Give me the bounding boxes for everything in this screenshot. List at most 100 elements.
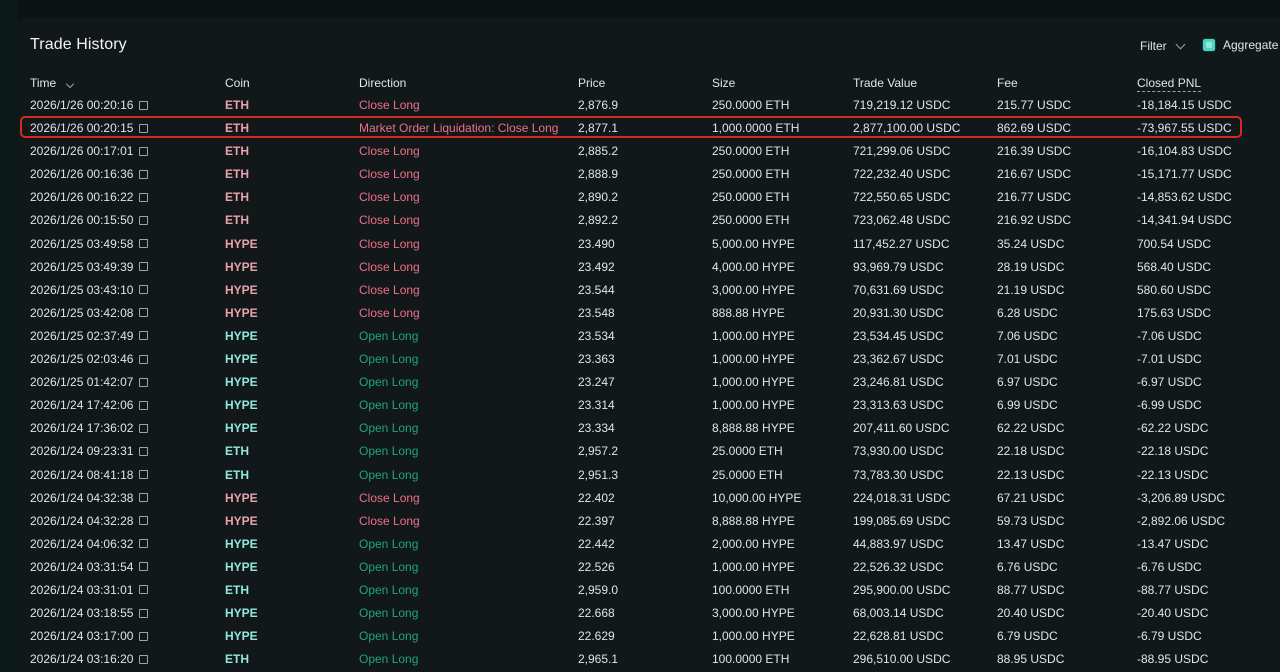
table-row[interactable]: 2026/1/24 17:42:06 HYPE Open Long 23.314 1,0… — [18, 394, 1280, 417]
table-row[interactable]: 2026/1/26 00:16:22 ETH Close Long 2,890.2 25… — [18, 186, 1280, 209]
trade-coin[interactable]: HYPE — [225, 537, 258, 551]
trade-coin[interactable]: HYPE — [225, 260, 258, 274]
table-row[interactable]: 2026/1/24 04:06:32 HYPE Open Long 22.442 2,0… — [18, 533, 1280, 556]
trade-value: 721,299.06 USDC — [853, 144, 951, 159]
external-link-icon[interactable] — [139, 492, 150, 503]
trade-coin[interactable]: HYPE — [225, 398, 258, 412]
trade-closed-pnl: -73,967.55 USDC — [1137, 121, 1232, 136]
trade-coin[interactable]: ETH — [225, 213, 249, 227]
trade-coin[interactable]: ETH — [225, 583, 249, 597]
trade-coin[interactable]: HYPE — [225, 352, 258, 366]
trade-fee: 21.19 USDC — [997, 282, 1065, 297]
table-row[interactable]: 2026/1/24 03:16:20 ETH Open Long 2,965.1 100… — [18, 648, 1280, 671]
trade-fee: 20.40 USDC — [997, 606, 1065, 621]
external-link-icon[interactable] — [139, 191, 150, 202]
table-row[interactable]: 2026/1/26 00:16:36 ETH Close Long 2,888.9 25… — [18, 163, 1280, 186]
external-link-icon[interactable] — [139, 653, 150, 664]
aggregate-checkbox[interactable] — [1202, 38, 1216, 52]
trade-coin[interactable]: HYPE — [225, 421, 258, 435]
trade-price-text: 23.544 — [578, 282, 615, 297]
table-row[interactable]: 2026/1/24 09:23:31 ETH Open Long 2,957.2 25.… — [18, 440, 1280, 463]
aggregate-toggle[interactable]: Aggregate — [1202, 38, 1278, 52]
trade-coin[interactable]: ETH — [225, 652, 249, 666]
table-row[interactable]: 2026/1/25 03:43:10 HYPE Close Long 23.544 3,… — [18, 279, 1280, 302]
external-link-icon[interactable] — [139, 214, 150, 225]
trade-coin[interactable]: ETH — [225, 144, 249, 158]
table-row[interactable]: 2026/1/24 08:41:18 ETH Open Long 2,951.3 25.… — [18, 464, 1280, 487]
table-row[interactable]: 2026/1/24 04:32:28 HYPE Close Long 22.397 8,… — [18, 510, 1280, 533]
external-link-icon[interactable] — [139, 584, 150, 595]
table-row[interactable]: 2026/1/25 02:37:49 HYPE Open Long 23.534 1,0… — [18, 325, 1280, 348]
table-row[interactable]: 2026/1/24 03:31:01 ETH Open Long 2,959.0 100… — [18, 579, 1280, 602]
trade-coin[interactable]: HYPE — [225, 306, 258, 320]
trade-value: 44,883.97 USDC — [853, 536, 944, 551]
trade-time-text: 2026/1/25 03:43:10 — [30, 282, 134, 297]
trade-coin[interactable]: HYPE — [225, 606, 258, 620]
column-header-closed-pnl[interactable]: Closed PNL — [1137, 76, 1202, 92]
column-header-size: Size — [712, 76, 736, 90]
table-row[interactable]: 2026/1/26 00:17:01 ETH Close Long 2,885.2 25… — [18, 140, 1280, 163]
table-row[interactable]: 2026/1/25 01:42:07 HYPE Open Long 23.247 1,0… — [18, 371, 1280, 394]
external-link-icon[interactable] — [139, 469, 150, 479]
external-link-icon[interactable] — [139, 330, 150, 341]
trade-coin[interactable]: ETH — [225, 444, 249, 458]
trade-coin[interactable]: HYPE — [225, 283, 258, 297]
trade-direction: Open Long — [359, 652, 419, 667]
table-row[interactable]: 2026/1/24 17:36:02 HYPE Open Long 23.334 8,8… — [18, 417, 1280, 440]
external-link-icon[interactable] — [139, 307, 150, 318]
table-row[interactable]: 2026/1/26 00:20:16 ETH Close Long 2,876.9 25… — [18, 94, 1280, 117]
external-link-icon[interactable] — [139, 168, 150, 179]
trade-size: 888.88 HYPE — [712, 305, 785, 320]
table-row[interactable]: 2026/1/26 00:20:15 ETH Market Order Liquid… — [18, 117, 1280, 140]
table-row[interactable]: 2026/1/24 03:17:00 HYPE Open Long 22.629 1,0… — [18, 625, 1280, 648]
trade-coin[interactable]: ETH — [225, 121, 249, 135]
external-link-icon[interactable] — [139, 284, 150, 295]
table-row[interactable]: 2026/1/24 03:31:54 HYPE Open Long 22.526 1,0… — [18, 556, 1280, 579]
external-link-icon[interactable] — [139, 422, 150, 433]
external-link-icon[interactable] — [139, 353, 150, 364]
trade-coin[interactable]: ETH — [225, 98, 249, 112]
trade-fee: 6.79 USDC — [997, 629, 1058, 644]
trade-coin[interactable]: ETH — [225, 167, 249, 181]
trade-direction: Close Long — [359, 259, 420, 274]
panel-header: Trade History Filter Aggregate — [30, 36, 1280, 58]
trade-coin[interactable]: HYPE — [225, 375, 258, 389]
filter-dropdown[interactable]: Filter — [1140, 39, 1186, 53]
trade-fee: 6.28 USDC — [997, 305, 1058, 320]
external-link-icon[interactable] — [139, 515, 150, 526]
trade-size: 10,000.00 HYPE — [712, 490, 802, 505]
trade-coin[interactable]: ETH — [225, 190, 249, 204]
trade-price: 2,951.3 — [578, 468, 618, 482]
external-link-icon[interactable] — [139, 145, 150, 156]
external-link-icon[interactable] — [139, 561, 150, 572]
external-link-icon[interactable] — [139, 630, 150, 641]
column-header-time[interactable]: Time — [30, 76, 74, 92]
trade-coin[interactable]: HYPE — [225, 237, 258, 251]
external-link-icon[interactable] — [139, 261, 150, 272]
external-link-icon[interactable] — [139, 99, 150, 110]
trade-coin[interactable]: HYPE — [225, 491, 258, 505]
trade-value: 22,628.81 USDC — [853, 629, 944, 644]
table-row[interactable]: 2026/1/24 04:32:38 HYPE Close Long 22.402 10… — [18, 487, 1280, 510]
trade-coin[interactable]: HYPE — [225, 560, 258, 574]
table-row[interactable]: 2026/1/24 03:18:55 HYPE Open Long 22.668 3,0… — [18, 602, 1280, 625]
external-link-icon[interactable] — [139, 238, 150, 249]
trade-coin[interactable]: HYPE — [225, 329, 258, 343]
external-link-icon[interactable] — [139, 376, 150, 387]
table-row[interactable]: 2026/1/25 03:49:39 HYPE Close Long 23.492 4,… — [18, 256, 1280, 279]
trade-coin[interactable]: ETH — [225, 468, 249, 482]
table-row[interactable]: 2026/1/25 03:42:08 HYPE Close Long 23.548 88… — [18, 302, 1280, 325]
external-link-icon[interactable] — [139, 399, 150, 410]
external-link-icon[interactable] — [139, 122, 150, 133]
table-row[interactable]: 2026/1/25 02:03:46 HYPE Open Long 23.363 1,0… — [18, 348, 1280, 371]
table-row[interactable]: 2026/1/26 00:15:50 ETH Close Long 2,892.2 25… — [18, 209, 1280, 232]
trade-coin[interactable]: HYPE — [225, 629, 258, 643]
trade-price-text: 22.668 — [578, 606, 615, 621]
external-link-icon[interactable] — [139, 607, 150, 618]
trade-size: 250.0000 ETH — [712, 144, 790, 159]
table-row[interactable]: 2026/1/25 03:49:58 HYPE Close Long 23.490 5,… — [18, 233, 1280, 256]
external-link-icon[interactable] — [139, 538, 150, 549]
trade-direction: Open Long — [359, 352, 419, 367]
external-link-icon[interactable] — [139, 445, 150, 456]
trade-coin[interactable]: HYPE — [225, 514, 258, 528]
